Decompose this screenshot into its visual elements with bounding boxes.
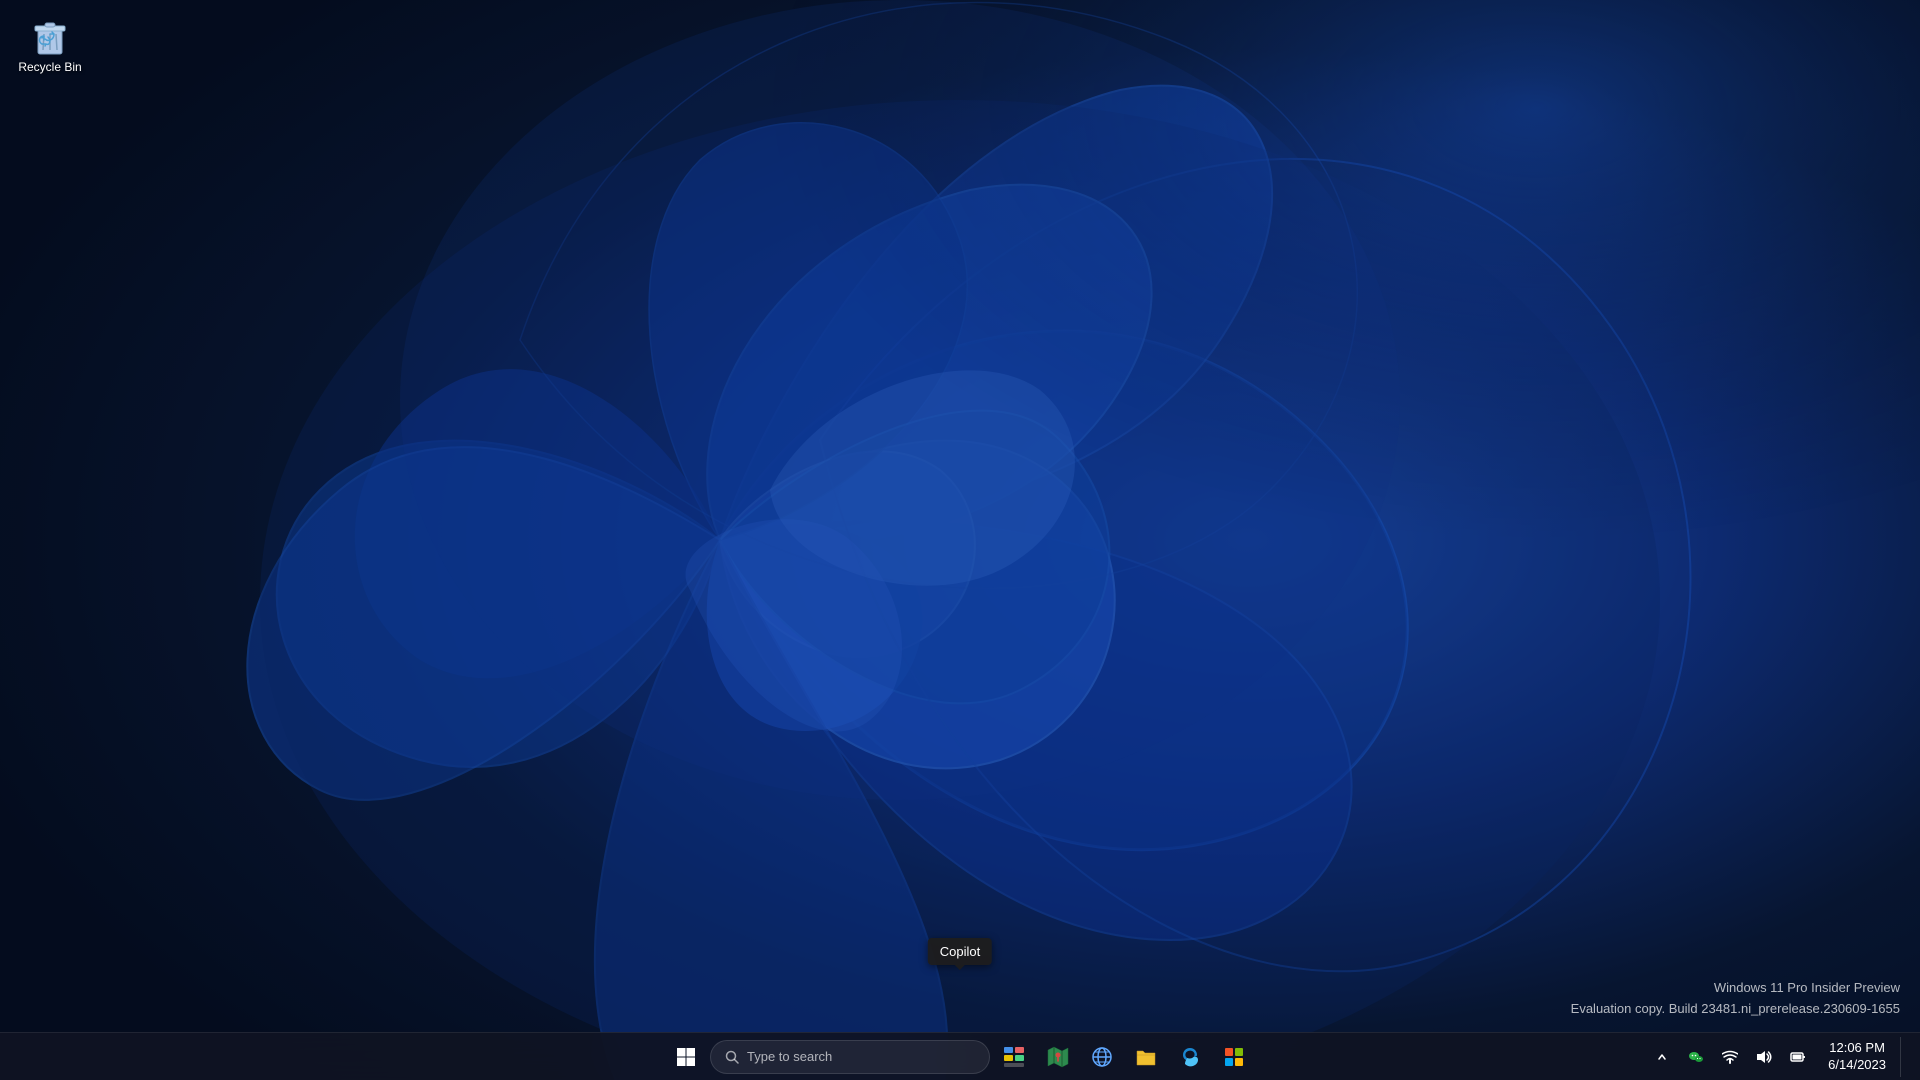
desktop-icons-area: Recycle Bin xyxy=(10,10,90,82)
eval-line2: Evaluation copy. Build 23481.ni_prerelea… xyxy=(1571,999,1900,1020)
maps-icon xyxy=(1047,1046,1069,1068)
taskbar-edge-button[interactable] xyxy=(1170,1037,1210,1077)
file-explorer-icon xyxy=(1135,1046,1157,1068)
start-button[interactable] xyxy=(666,1037,706,1077)
system-tray xyxy=(1646,1041,1814,1073)
taskbar-maps-button[interactable] xyxy=(1038,1037,1078,1077)
copilot-tooltip: Copilot xyxy=(928,938,992,965)
eval-line1: Windows 11 Pro Insider Preview xyxy=(1571,978,1900,999)
clock-area[interactable]: 12:06 PM 6/14/2023 xyxy=(1820,1038,1894,1076)
taskbar-copilot-button[interactable] xyxy=(1082,1037,1122,1077)
battery-tray-button[interactable] xyxy=(1782,1041,1814,1073)
copilot-icon xyxy=(1091,1046,1113,1068)
search-icon xyxy=(725,1050,739,1064)
taskbar-right: 12:06 PM 6/14/2023 xyxy=(1646,1037,1920,1077)
edge-icon xyxy=(1179,1046,1201,1068)
show-desktop-button[interactable] xyxy=(1900,1037,1908,1077)
chevron-up-icon xyxy=(1657,1052,1667,1062)
clock-time: 12:06 PM xyxy=(1829,1040,1885,1057)
recycle-bin-label: Recycle Bin xyxy=(18,60,81,76)
network-tray-button[interactable] xyxy=(1714,1041,1746,1073)
recycle-bin-icon-item[interactable]: Recycle Bin xyxy=(10,10,90,82)
clock-date: 6/14/2023 xyxy=(1828,1057,1886,1074)
wechat-icon xyxy=(1688,1049,1704,1065)
recycle-bin-icon xyxy=(30,16,70,56)
wechat-tray-icon[interactable] xyxy=(1680,1041,1712,1073)
battery-icon xyxy=(1790,1049,1806,1065)
desktop: Recycle Bin Copilot Windows 11 Pro Insid… xyxy=(0,0,1920,1080)
taskbar-file-explorer-button[interactable] xyxy=(1126,1037,1166,1077)
search-bar[interactable]: Type to search xyxy=(710,1040,990,1074)
eval-watermark: Windows 11 Pro Insider Preview Evaluatio… xyxy=(1571,978,1900,1020)
volume-icon xyxy=(1756,1049,1772,1065)
search-placeholder-text: Type to search xyxy=(747,1049,832,1064)
wallpaper xyxy=(0,0,1920,1080)
taskbar-store-button[interactable] xyxy=(1214,1037,1254,1077)
taskbar: Type to search xyxy=(0,1032,1920,1080)
store-icon xyxy=(1223,1046,1245,1068)
widgets-icon xyxy=(1003,1046,1025,1068)
volume-tray-button[interactable] xyxy=(1748,1041,1780,1073)
network-icon xyxy=(1722,1049,1738,1065)
show-hidden-icons-button[interactable] xyxy=(1646,1041,1678,1073)
copilot-tooltip-text: Copilot xyxy=(940,944,980,959)
windows-logo-icon xyxy=(676,1047,696,1067)
taskbar-widgets-button[interactable] xyxy=(994,1037,1034,1077)
taskbar-center: Type to search xyxy=(666,1037,1254,1077)
